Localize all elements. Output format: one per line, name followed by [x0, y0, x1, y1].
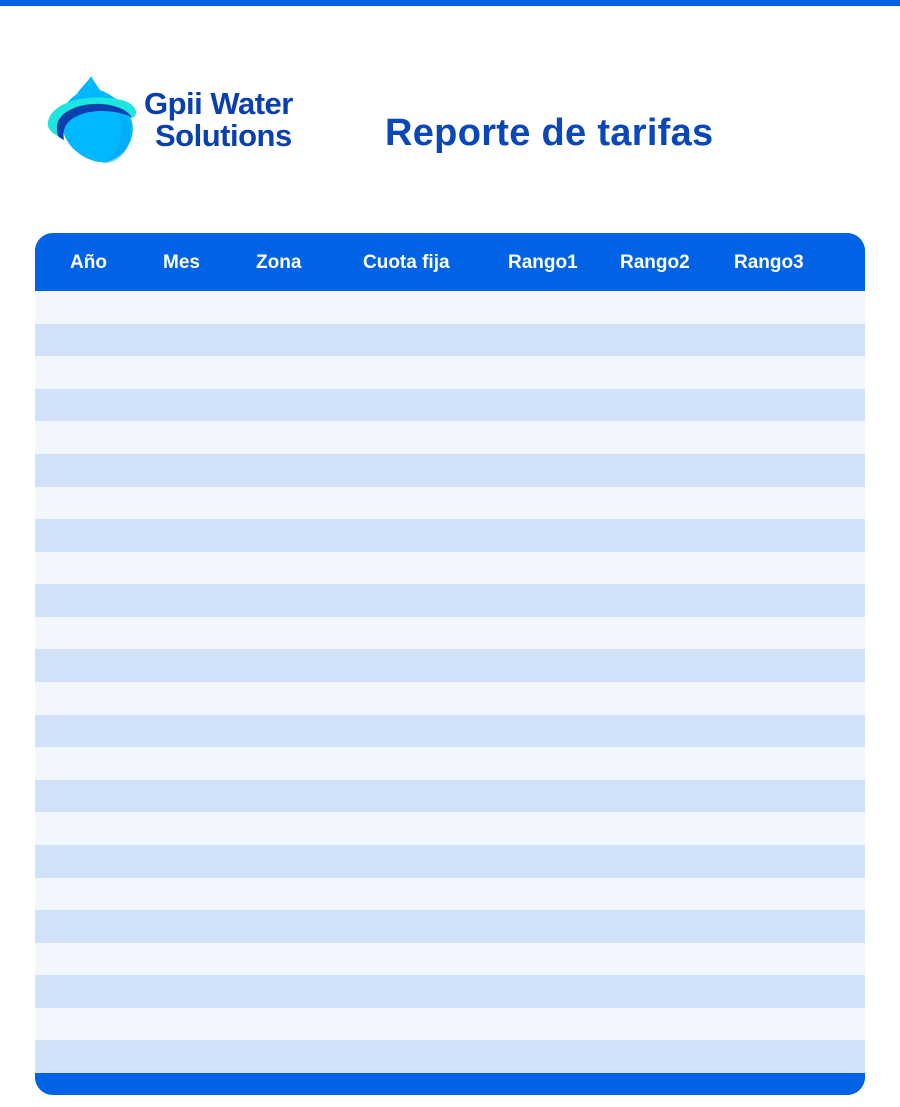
table-row: [35, 975, 865, 1008]
table-header: Año Mes Zona Cuota fija Rango1 Rango2 Ra…: [35, 233, 865, 291]
brand-logo: Gpii Water Solutions: [44, 74, 334, 166]
table-row: [35, 812, 865, 845]
table-row: [35, 910, 865, 943]
column-header-fixed-fee: Cuota fija: [363, 252, 450, 273]
table-row: [35, 454, 865, 487]
table-row: [35, 389, 865, 421]
table-row: [35, 649, 865, 682]
table-row: [35, 421, 865, 454]
table-row: [35, 1008, 865, 1040]
table-row: [35, 780, 865, 812]
table-row: [35, 715, 865, 747]
table-row: [35, 682, 865, 715]
brand-name-line1: Gpii Water: [144, 86, 293, 121]
brand-name-line2: Solutions: [155, 118, 292, 153]
column-header-month: Mes: [163, 252, 200, 273]
table-row: [35, 878, 865, 910]
table-row: [35, 356, 865, 389]
column-header-range3: Rango3: [734, 252, 804, 273]
table-row: [35, 617, 865, 649]
column-header-zone: Zona: [256, 252, 302, 273]
table-row: [35, 487, 865, 519]
table-row: [35, 552, 865, 584]
top-accent-bar: [0, 0, 900, 6]
brand-name: Gpii Water Solutions: [144, 88, 293, 152]
tariff-table: Año Mes Zona Cuota fija Rango1 Rango2 Ra…: [35, 233, 865, 1095]
table-footer: [35, 1073, 865, 1095]
table-row: [35, 291, 865, 324]
table-body: [35, 291, 865, 1073]
report-title: Reporte de tarifas: [385, 112, 714, 154]
table-row: [35, 519, 865, 552]
table-row: [35, 747, 865, 780]
column-header-range2: Rango2: [620, 252, 690, 273]
table-row: [35, 1040, 865, 1073]
column-header-range1: Rango1: [508, 252, 578, 273]
table-row: [35, 845, 865, 878]
table-row: [35, 324, 865, 356]
table-row: [35, 584, 865, 617]
water-drop-icon: [47, 76, 137, 164]
table-row: [35, 943, 865, 975]
column-header-year: Año: [70, 252, 107, 273]
